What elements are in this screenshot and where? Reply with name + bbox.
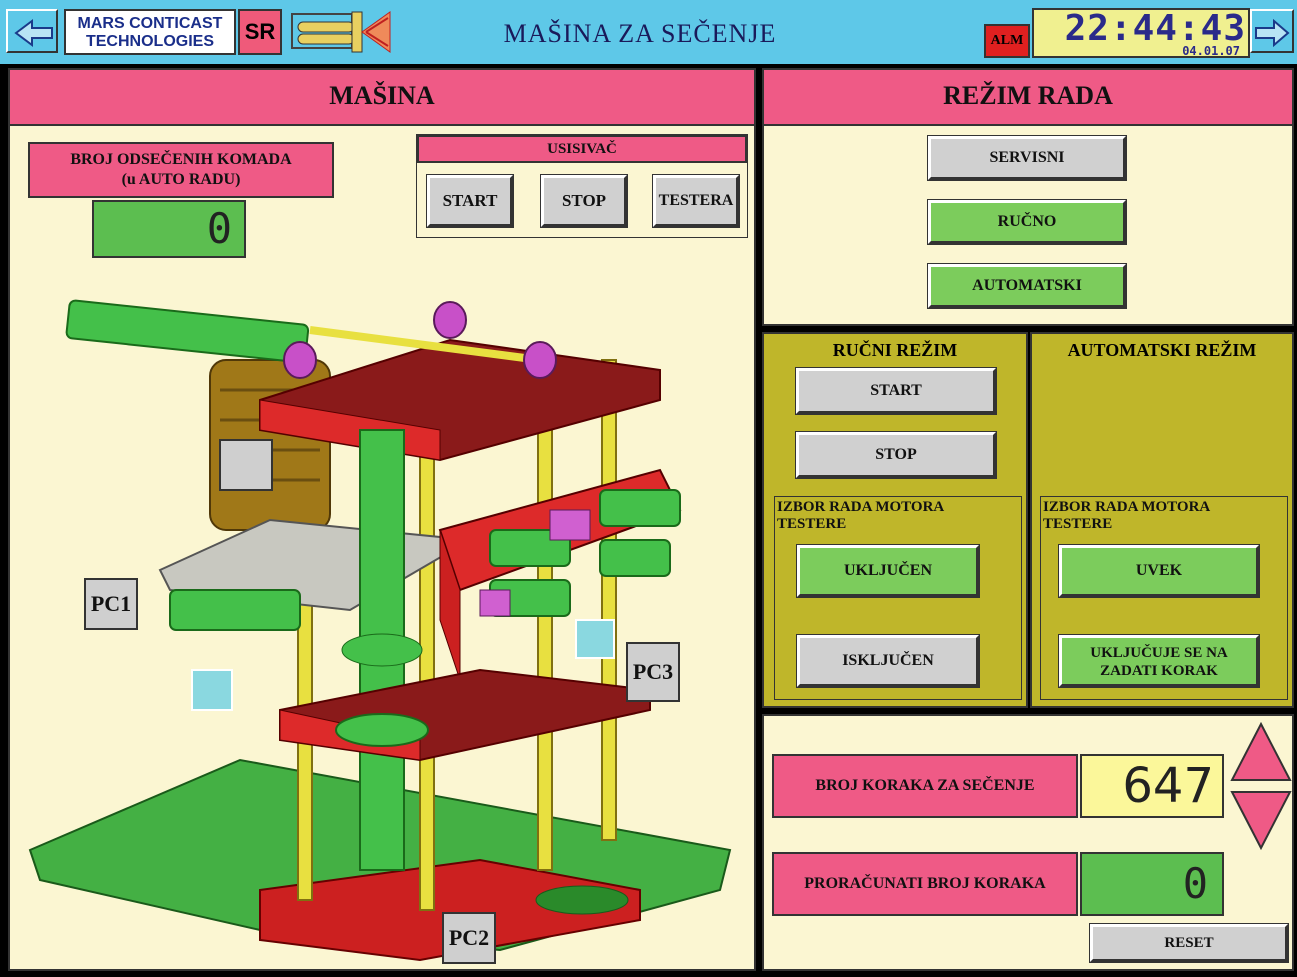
machine-panel: MAŠINA BROJ ODSEČENIH KOMADA (u AUTO RAD… (8, 68, 756, 971)
automatic-mode-button[interactable]: AUTOMATSKI (927, 263, 1127, 309)
vacuum-group: USISIVAČ START STOP TESTERA (416, 134, 748, 238)
manual-motor-off-button[interactable]: ISKLJUČEN (796, 634, 980, 688)
cut-steps-label: BROJ KORAKA ZA SEČENJE (772, 754, 1078, 818)
increase-steps-button[interactable] (1230, 722, 1292, 782)
clock-date: 04.01.07 (1182, 44, 1240, 58)
triangle-up-icon (1230, 722, 1292, 781)
clock-time: 22:44:43 (1064, 8, 1246, 49)
cut-count-value: 0 (92, 200, 246, 258)
manual-stop-button[interactable]: STOP (795, 431, 997, 479)
manual-motor-on-button[interactable]: UKLJUČEN (796, 544, 980, 598)
auto-motor-on-step-button[interactable]: UKLJUČUJE SE NA ZADATI KORAK (1058, 634, 1260, 688)
saw-machine-icon (290, 8, 394, 58)
calc-steps-value: 0 (1080, 852, 1224, 916)
reset-button[interactable]: RESET (1089, 923, 1289, 963)
sensor-indicator-pc1 (191, 669, 233, 711)
auto-motor-select-label: IZBOR RADA MOTORA TESTERE (1043, 499, 1211, 532)
auto-motor-always-button[interactable]: UVEK (1058, 544, 1260, 598)
language-button[interactable]: SR (238, 9, 282, 55)
clock-display: 22:44:43 04.01.07 (1032, 8, 1250, 58)
vacuum-title: USISIVAČ (417, 135, 747, 163)
manual-start-button[interactable]: START (795, 367, 997, 415)
auto-mode-panel: AUTOMATSKI REŽIM IZBOR RADA MOTORA TESTE… (1030, 332, 1294, 708)
cut-count-label: BROJ ODSEČENIH KOMADA (u AUTO RADU) (28, 142, 334, 198)
sensor-label-pc2: PC2 (442, 912, 496, 964)
top-bar: MARS CONTICAST TECHNOLOGIES SR MAŠINA ZA… (0, 0, 1297, 66)
arrow-right-icon (1255, 19, 1290, 47)
company-logo: MARS CONTICAST TECHNOLOGIES (64, 9, 236, 55)
auto-motor-select-group: IZBOR RADA MOTORA TESTERE UVEK UKLJUČUJE… (1040, 496, 1288, 700)
cut-steps-input[interactable]: 647 (1080, 754, 1224, 818)
service-mode-button[interactable]: SERVISNI (927, 135, 1127, 181)
auto-mode-title: AUTOMATSKI REŽIM (1067, 340, 1257, 360)
machine-panel-title: MAŠINA (10, 70, 754, 126)
sensor-label-pc3: PC3 (626, 642, 680, 702)
steps-panel: BROJ KORAKA ZA SEČENJE 647 PRORAČUNATI B… (762, 714, 1294, 971)
manual-motor-select-group: IZBOR RADA MOTORA TESTERE UKLJUČEN ISKLJ… (774, 496, 1022, 700)
manual-mode-title: RUČNI REŽIM (832, 340, 958, 360)
alarm-button[interactable]: ALM (984, 24, 1030, 58)
arrow-left-icon (14, 19, 53, 47)
screen-title: MAŠINA ZA SEČENJE (503, 19, 777, 48)
sensor-label-pc1: PC1 (84, 578, 138, 630)
vacuum-start-button[interactable]: START (426, 174, 514, 228)
manual-mode-panel: RUČNI REŽIM START STOP IZBOR RADA MOTORA… (762, 332, 1028, 708)
prev-screen-button[interactable] (6, 9, 58, 53)
calc-steps-label: PRORAČUNATI BROJ KORAKA (772, 852, 1078, 916)
manual-mode-button[interactable]: RUČNO (927, 199, 1127, 245)
motor-status-indicator (219, 439, 273, 491)
saw-machine-drawing (28, 299, 732, 962)
decrease-steps-button[interactable] (1230, 790, 1292, 850)
sensor-indicator-pc3 (575, 619, 615, 659)
next-screen-button[interactable] (1250, 9, 1294, 53)
manual-motor-select-label: IZBOR RADA MOTORA TESTERE (777, 499, 945, 532)
triangle-down-icon (1230, 791, 1292, 850)
vacuum-stop-button[interactable]: STOP (540, 174, 628, 228)
mode-panel-title: REŽIM RADA (764, 70, 1292, 126)
mode-panel: REŽIM RADA SERVISNI RUČNO AUTOMATSKI (762, 68, 1294, 326)
vacuum-saw-button[interactable]: TESTERA (652, 174, 740, 228)
